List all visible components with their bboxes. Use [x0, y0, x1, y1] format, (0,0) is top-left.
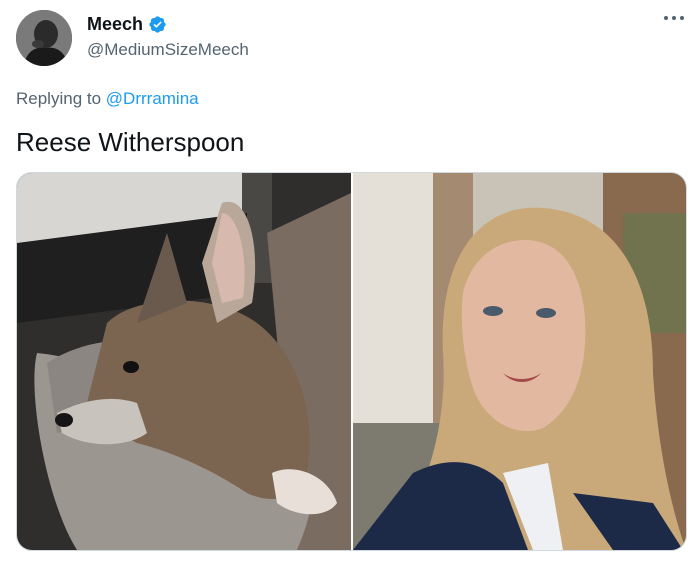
tweet-text: Reese Witherspoon	[16, 127, 245, 157]
author-name-row[interactable]: Meech	[87, 13, 167, 35]
reply-context: Replying to @Drrramina	[16, 89, 199, 109]
dog-photo-icon	[17, 173, 351, 550]
avatar-icon	[16, 10, 72, 66]
reply-prefix: Replying to	[16, 89, 102, 108]
tweet[interactable]: Meech @MediumSizeMeech Replying to @Drrr…	[0, 0, 700, 562]
media-photo-dog[interactable]	[17, 173, 351, 550]
media-grid	[16, 172, 687, 551]
more-options-icon[interactable]	[664, 13, 684, 23]
verified-badge-icon	[148, 15, 167, 34]
reply-mention-link[interactable]: @Drrramina	[106, 89, 199, 108]
author-avatar[interactable]	[16, 10, 72, 66]
woman-photo-icon	[353, 173, 686, 550]
author-handle[interactable]: @MediumSizeMeech	[87, 40, 249, 60]
author-display-name[interactable]: Meech	[87, 13, 143, 35]
media-photo-woman[interactable]	[353, 173, 686, 550]
